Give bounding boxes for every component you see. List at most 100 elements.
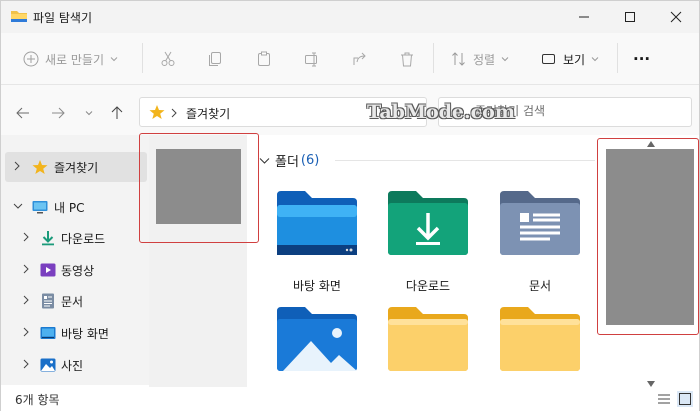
item-count: 6개 항목: [15, 393, 60, 407]
chevron-right-icon: [14, 161, 20, 171]
sidebar-item-this-pc[interactable]: 내 PC: [5, 192, 147, 222]
back-button[interactable]: [13, 105, 33, 121]
maximize-button[interactable]: [607, 1, 653, 33]
recent-locations-button[interactable]: [79, 105, 99, 121]
pictures-icon: [40, 358, 56, 372]
arrow-up-icon: [111, 106, 123, 119]
trash-icon: [401, 52, 413, 67]
toolbar-divider: [142, 43, 143, 73]
share-icon: [353, 52, 366, 65]
forward-button[interactable]: [48, 105, 68, 121]
chevron-right-icon: [23, 359, 29, 369]
folder-tile-documents[interactable]: 문서: [494, 189, 586, 299]
folder-label: 바탕 화면: [293, 279, 341, 293]
section-header-folders[interactable]: 폴더 (6): [259, 151, 319, 170]
chevron-down-icon: [85, 111, 93, 116]
title-bar: 파일 탐색기: [1, 1, 699, 33]
sidebar-item-label: 동영상: [61, 264, 95, 278]
folder-tile-downloads[interactable]: 다운로드: [382, 189, 474, 299]
section-title: 폴더: [275, 155, 299, 170]
yellow-folder-icon: [500, 307, 580, 371]
sidebar-item-documents[interactable]: 문서: [5, 286, 147, 316]
star-icon: [149, 105, 165, 119]
view-label: 보기: [563, 52, 586, 67]
address-crumb[interactable]: 즐겨찾기: [186, 105, 230, 122]
rename-button[interactable]: [304, 47, 320, 71]
minimize-button[interactable]: [561, 1, 607, 33]
delete-button[interactable]: [399, 47, 415, 71]
command-bar: 새로 만들기 정렬 보기 ···: [1, 33, 699, 85]
scroll-up-arrow-icon[interactable]: [647, 141, 655, 147]
view-button[interactable]: 보기: [541, 47, 600, 71]
downloads-folder-icon: [388, 191, 468, 255]
pictures-folder-icon: [277, 307, 357, 371]
rename-icon: [305, 52, 317, 67]
toolbar-divider: [433, 43, 434, 73]
sidebar-item-label: 즐겨찾기: [54, 161, 99, 175]
star-icon: [32, 160, 48, 174]
chevron-down-icon: [110, 57, 118, 62]
chevron-right-icon: [23, 232, 29, 242]
pc-icon: [32, 201, 48, 214]
plus-circle-icon: [23, 51, 39, 67]
sidebar-item-desktop[interactable]: 바탕 화면: [5, 318, 147, 348]
annotation-box: [597, 138, 699, 335]
chevron-down-icon: [501, 57, 509, 62]
sidebar-item-videos[interactable]: 동영상: [5, 255, 147, 285]
desktop-folder-icon: [277, 191, 357, 255]
sidebar-item-pictures[interactable]: 사진: [5, 350, 147, 380]
chevron-right-icon: [23, 327, 29, 337]
copy-button[interactable]: [207, 47, 223, 71]
more-options-icon: ···: [633, 50, 651, 68]
clipboard-icon: [258, 51, 270, 66]
documents-folder-icon: [500, 191, 580, 255]
download-icon: [42, 231, 54, 246]
maximize-icon: [625, 12, 635, 22]
window-title: 파일 탐색기: [33, 11, 93, 25]
chevron-right-icon: [171, 108, 177, 118]
close-icon: [670, 11, 682, 23]
details-view-icon[interactable]: [656, 391, 672, 407]
chevron-down-icon: [13, 203, 23, 209]
sidebar-item-label: 내 PC: [54, 201, 85, 215]
folder-label: 다운로드: [405, 279, 451, 293]
copy-icon: [209, 52, 221, 66]
folder-label: 문서: [528, 279, 552, 293]
large-icons-view-icon[interactable]: [677, 391, 693, 407]
share-button[interactable]: [352, 47, 368, 71]
chevron-right-icon: [23, 264, 29, 274]
document-icon: [42, 293, 54, 309]
new-label: 새로 만들기: [45, 52, 105, 67]
scissors-icon: [161, 51, 175, 66]
sidebar-item-label: 바탕 화면: [61, 327, 109, 341]
sort-button[interactable]: 정렬: [451, 47, 510, 71]
section-divider: [335, 160, 595, 161]
annotation-box: [139, 133, 259, 243]
navigation-pane: 즐겨찾기 내 PC 다운로드 동영상 문서 바탕 화면 사진: [1, 135, 149, 385]
sidebar-item-label: 문서: [61, 295, 84, 309]
folder-tile-desktop[interactable]: 바탕 화면: [271, 189, 363, 299]
arrow-right-icon: [52, 107, 65, 119]
desktop-icon: [40, 327, 56, 339]
sidebar-item-quick-access[interactable]: 즐겨찾기: [5, 152, 147, 182]
file-explorer-window: 파일 탐색기 새로 만들기 정렬 보기 ··· 즐겨찾기 즐겨찾기 검색 Tab…: [0, 0, 700, 411]
yellow-folder-icon: [388, 307, 468, 371]
section-count: (6): [300, 153, 320, 168]
chevron-down-icon: [591, 57, 599, 62]
watermark-text: TabMode.com: [367, 101, 515, 123]
toolbar-divider: [617, 43, 618, 73]
close-button[interactable]: [653, 1, 699, 33]
view-layout-icon: [542, 54, 555, 64]
sidebar-item-downloads[interactable]: 다운로드: [5, 223, 147, 253]
cut-button[interactable]: [160, 47, 176, 71]
new-button[interactable]: 새로 만들기: [23, 47, 119, 71]
video-icon: [40, 263, 56, 277]
paste-button[interactable]: [256, 47, 272, 71]
up-button[interactable]: [107, 105, 127, 121]
more-options-button[interactable]: ···: [633, 47, 650, 71]
sort-arrows-icon: [452, 52, 465, 66]
sidebar-item-label: 다운로드: [61, 232, 106, 246]
chevron-right-icon: [23, 295, 29, 305]
status-bar: 6개 항목: [1, 387, 699, 411]
sort-label: 정렬: [473, 52, 496, 67]
